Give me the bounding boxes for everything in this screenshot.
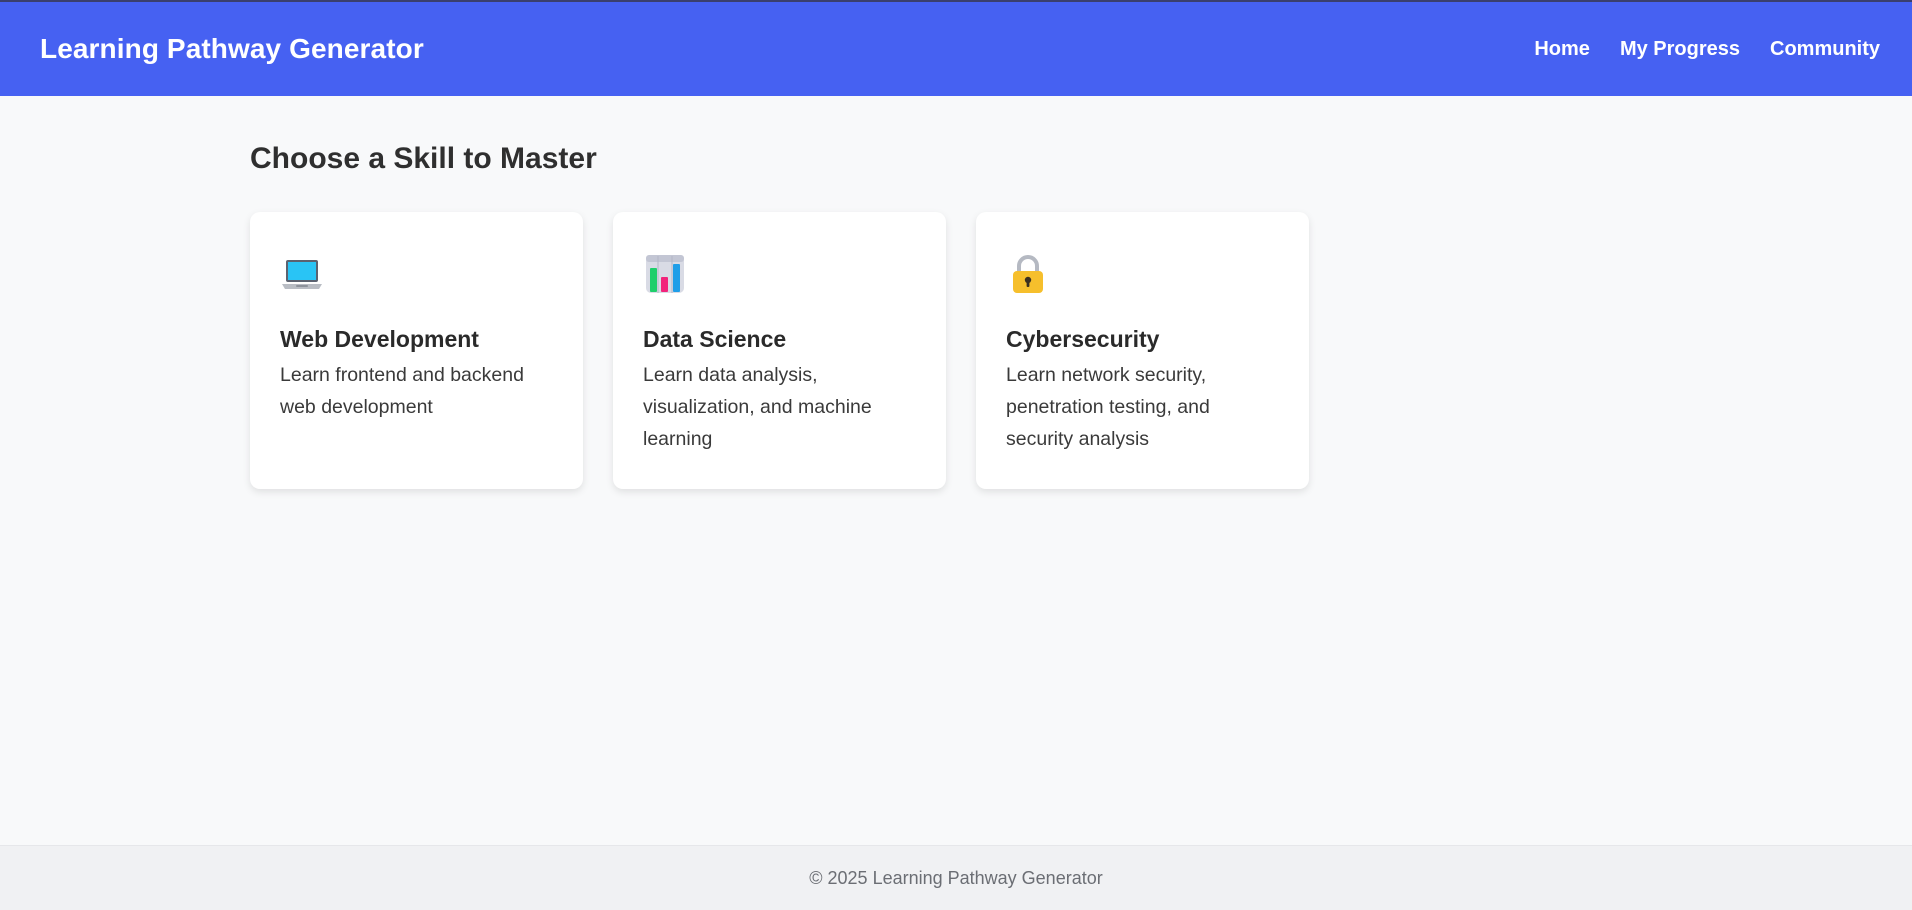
nav-home-link[interactable]: Home xyxy=(1534,38,1590,61)
main-content: Choose a Skill to Master Web Development… xyxy=(250,96,1350,489)
footer-copyright: © 2025 Learning Pathway Generator xyxy=(809,867,1103,888)
skill-description: Learn data analysis, visualization, and … xyxy=(643,364,872,450)
nav-my-progress-link[interactable]: My Progress xyxy=(1620,38,1740,61)
skill-title: Web Development xyxy=(280,326,479,352)
nav-community-link[interactable]: Community xyxy=(1770,38,1880,61)
skill-cards: Web Development Learn frontend and backe… xyxy=(250,212,1350,489)
skill-card-web-development[interactable]: Web Development Learn frontend and backe… xyxy=(250,212,583,489)
skill-card-cybersecurity[interactable]: Cybersecurity Learn network security, pe… xyxy=(976,212,1309,489)
skill-title: Cybersecurity xyxy=(1006,326,1160,352)
skill-card-data-science[interactable]: Data Science Learn data analysis, visual… xyxy=(613,212,946,489)
laptop-icon xyxy=(282,260,322,289)
top-header: Learning Pathway Generator Home My Progr… xyxy=(0,0,1912,96)
lock-icon xyxy=(1013,255,1043,293)
main-nav: Home My Progress Community xyxy=(1534,38,1880,61)
bar-chart-icon xyxy=(646,255,684,293)
skill-description: Learn frontend and backend web developme… xyxy=(280,364,524,418)
skill-title: Data Science xyxy=(643,326,787,352)
app-title: Learning Pathway Generator xyxy=(40,33,424,64)
skill-description: Learn network security, penetration test… xyxy=(1006,364,1210,450)
page-footer: © 2025 Learning Pathway Generator xyxy=(0,845,1912,910)
page-title: Choose a Skill to Master xyxy=(250,142,597,175)
